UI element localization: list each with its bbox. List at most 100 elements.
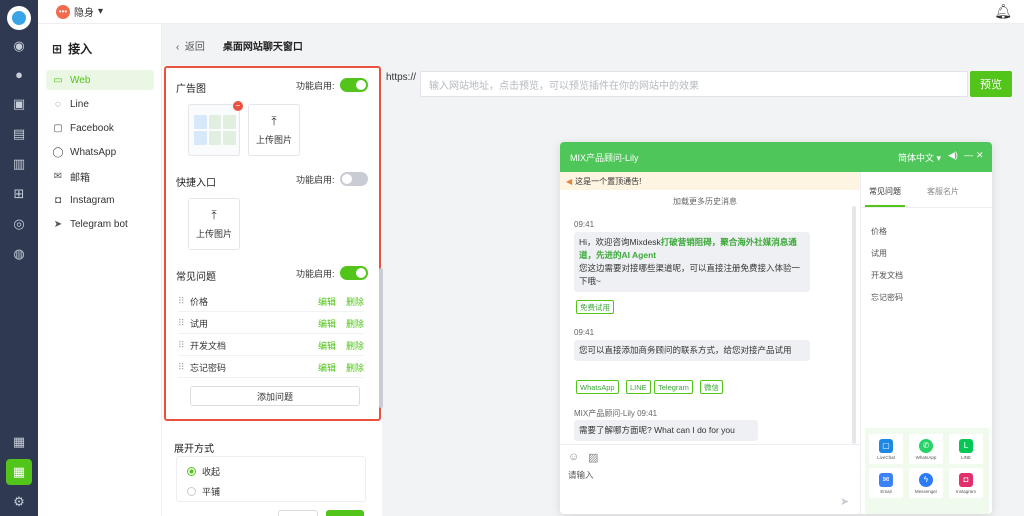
bell-icon[interactable]: 🔔︎ [994,3,1012,20]
banner-thumbnail[interactable]: − [188,101,243,156]
banner-toggle-label: 功能启用: [296,81,335,91]
contact-messenger[interactable]: ϟ Messenger [909,468,943,498]
banner-upload-button[interactable]: ⤒ 上传图片 [248,104,300,156]
save-button[interactable]: 保 存 [326,510,364,516]
quick-entry-toggle-label: 功能启用: [296,175,335,185]
sidebar-item-web[interactable]: ▭ Web [46,70,154,90]
edit-link[interactable]: 编辑 [318,317,336,330]
edit-link[interactable]: 编辑 [318,295,336,308]
line-icon: ◌ [55,98,61,110]
web-icon: ▭ [53,74,63,86]
scrollbar[interactable] [379,268,383,408]
radio-selected-icon [187,467,196,476]
edit-link[interactable]: 编辑 [318,361,336,374]
radio-tile[interactable]: 平铺 [187,485,220,498]
contact-instagram[interactable]: ◘ Instagram [949,468,983,498]
tab-faq[interactable]: 常见问题 [869,186,901,197]
image-icon[interactable]: ▨ [588,451,598,464]
back-link[interactable]: ‹ 返回 [176,38,205,53]
message-input[interactable]: 请输入 [568,469,594,481]
emoji-icon[interactable]: ☺ [568,451,579,463]
chat-widget-preview: MIX产品顾问-Lily 简体中文 ▾ ◀︎) — ✕ ◀︎ 这是一个置顶通告!… [560,142,992,514]
url-input[interactable]: 输入网站地址，点击预览，可以预览插件在你的网站中的效果 [420,71,968,97]
sidebar-item-line[interactable]: ◌ Line [46,94,154,114]
add-question-button[interactable]: 添加问题 [190,386,360,406]
message-bubble: 您可以直接添加商务顾问的联系方式，给您对接产品试用 [574,340,810,361]
expand-mode-label: 展开方式 [174,444,214,455]
cancel-button[interactable]: 取 消 [278,510,318,516]
section-title: ⊞ 接入 [52,41,93,57]
upload-icon: ⤒ [271,114,277,128]
chat-area: 加载更多历史消息 09:41 Hi，欢迎咨询Mixdesk打破营销阻碍，聚合海外… [560,190,860,444]
widget-side-panel: 常见问题 客服名片 价格 试用 开发文档 忘记密码 ▢ LiveChat ✆ W… [860,172,992,514]
quick-reply-chip[interactable]: 免费试用 [576,300,614,314]
drag-handle-icon[interactable]: ⠿ [178,318,190,329]
preview-button[interactable]: 预览 [970,71,1012,97]
quick-reply-chip[interactable]: LINE [626,380,651,394]
facebook-icon: ▢ [53,122,63,134]
whatsapp-icon: ◯ [52,146,64,158]
monitor-icon[interactable]: ▣ [9,94,29,114]
delete-link[interactable]: 删除 [346,295,364,308]
remove-image-icon[interactable]: − [233,101,243,111]
message-composer: ☺ ▨ 请输入 ➤ [560,444,860,514]
faq-item[interactable]: 试用 [871,248,887,259]
widget-header: MIX产品顾问-Lily 简体中文 ▾ ◀︎) — ✕ [560,142,992,172]
delete-link[interactable]: 删除 [346,361,364,374]
sidebar-item-mail[interactable]: ✉ 邮箱 [46,166,154,186]
sidebar-item-instagram[interactable]: ◘ Instagram [46,190,154,210]
radio-collapse[interactable]: 收起 [187,465,220,478]
megaphone-icon: ◀︎ [566,176,573,186]
drag-handle-icon[interactable]: ⠿ [178,362,190,373]
faq-row: ⠿ 忘记密码 编辑 删除 [178,358,364,378]
contact-card-icon[interactable]: ▤ [9,124,29,144]
contact-email[interactable]: ✉ Email [869,468,903,498]
sidebar-item-facebook[interactable]: ▢ Facebook [46,118,154,138]
ai-icon[interactable]: ◎ [9,214,29,234]
conversation-icon[interactable]: ● [9,64,29,84]
speaker-icon[interactable]: ◀︎) [948,150,958,161]
target-icon[interactable]: ◍ [9,244,29,264]
chat-scrollbar[interactable] [852,206,856,444]
clipboard-icon[interactable]: ▦ [9,432,29,452]
quick-reply-chip[interactable]: 微信 [700,380,723,394]
status-selector[interactable]: ••• 隐身 ▾ [56,4,103,19]
sidebar-item-telegram[interactable]: ➤ Telegram bot [46,214,154,234]
edit-link[interactable]: 编辑 [318,339,336,352]
send-icon[interactable]: ➤ [840,495,849,508]
quick-entry-upload-button[interactable]: ⤒ 上传图片 [188,198,240,250]
quick-entry-toggle[interactable] [340,172,368,186]
quick-reply-chip[interactable]: WhatsApp [576,380,619,394]
faq-item[interactable]: 价格 [871,226,887,237]
gear-icon[interactable]: ⚙ [9,492,29,512]
close-icon[interactable]: ✕ [976,150,984,161]
stats-icon[interactable]: ▥ [9,154,29,174]
delete-link[interactable]: 删除 [346,339,364,352]
language-selector[interactable]: 简体中文 ▾ [898,151,941,164]
load-more-link[interactable]: 加载更多历史消息 [560,196,850,207]
contact-line[interactable]: L LINE [949,434,983,464]
status-label: 隐身 [74,8,94,19]
plugin-icon[interactable]: ⊞ [9,184,29,204]
integration-icon[interactable]: ▦ [6,459,32,485]
quick-reply-chip[interactable]: Telegram [654,380,693,394]
minimize-icon[interactable]: — [964,150,973,160]
faq-item[interactable]: 开发文档 [871,270,903,281]
whatsapp-icon: ✆ [919,438,933,453]
banner-toggle[interactable] [340,78,368,92]
contact-whatsapp[interactable]: ✆ WhatsApp [909,434,943,464]
mail-icon: ✉ [53,170,63,182]
faq-toggle[interactable] [340,266,368,280]
contact-livechat[interactable]: ▢ LiveChat [869,434,903,464]
drag-handle-icon[interactable]: ⠿ [178,296,190,307]
delete-link[interactable]: 删除 [346,317,364,330]
sidebar-item-whatsapp[interactable]: ◯ WhatsApp [46,142,154,162]
faq-item[interactable]: 忘记密码 [871,292,903,303]
app-logo [7,6,31,30]
settings-panel: 广告图 功能启用: − ⤒ 上传图片 快捷入口 功能启用: ⤒ 上传图片 常见问… [162,66,383,516]
tab-agent-card[interactable]: 客服名片 [927,186,959,197]
side-tabs: 常见问题 客服名片 [861,172,992,208]
drag-handle-icon[interactable]: ⠿ [178,340,190,351]
chat-icon[interactable]: ◉ [9,36,29,56]
faq-row: ⠿ 价格 编辑 删除 [178,292,364,312]
